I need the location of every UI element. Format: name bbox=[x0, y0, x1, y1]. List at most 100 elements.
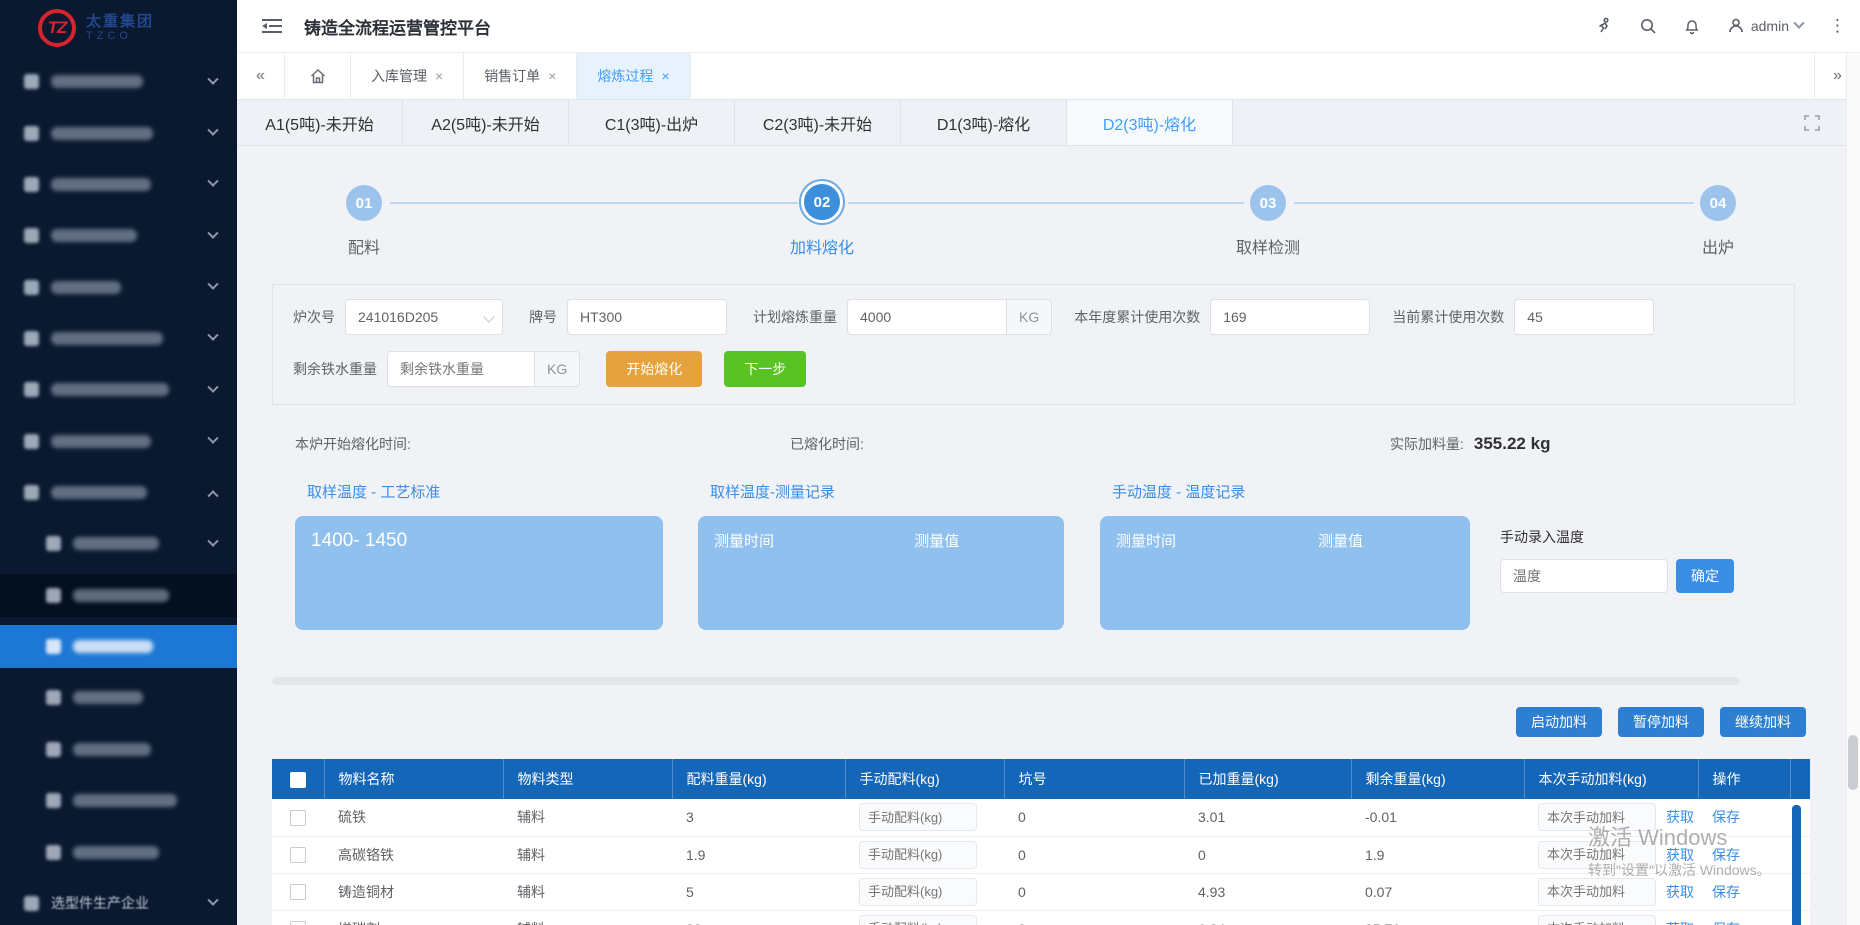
furnace-tab-2[interactable]: A2(5吨)-未开始 bbox=[403, 100, 569, 145]
pit-no: 0 bbox=[1004, 799, 1184, 836]
get-link[interactable]: 获取 bbox=[1666, 845, 1694, 865]
furnace-tab-3[interactable]: C1(3吨)-出炉 bbox=[569, 100, 735, 145]
row-checkbox[interactable] bbox=[290, 847, 306, 863]
row-checkbox[interactable] bbox=[290, 921, 306, 925]
get-link[interactable]: 获取 bbox=[1666, 807, 1694, 827]
manual-feed-input[interactable] bbox=[859, 915, 977, 925]
menu-item-label-redacted bbox=[51, 383, 169, 396]
manual-feed-input[interactable] bbox=[859, 841, 977, 869]
table-scrollbar[interactable] bbox=[1792, 805, 1801, 925]
furnace-tab-5[interactable]: D1(3吨)-熔化 bbox=[901, 100, 1067, 145]
year-uses-input[interactable] bbox=[1210, 299, 1370, 335]
get-link[interactable]: 获取 bbox=[1666, 919, 1694, 925]
furnace-tab-6-active[interactable]: D2(3吨)-熔化 bbox=[1067, 100, 1233, 145]
row-checkbox[interactable] bbox=[290, 810, 306, 826]
more-options-icon[interactable]: ⋮ bbox=[1829, 16, 1846, 36]
sidebar-item-4[interactable] bbox=[0, 214, 237, 257]
sidebar-item-11[interactable] bbox=[0, 574, 237, 617]
sidebar-item-6[interactable] bbox=[0, 317, 237, 360]
sidebar-item-13[interactable] bbox=[0, 676, 237, 719]
get-link[interactable]: 获取 bbox=[1666, 882, 1694, 902]
furnace-tab-1[interactable]: A1(5吨)-未开始 bbox=[237, 100, 403, 145]
plan-weight-unit: KG bbox=[1007, 299, 1052, 335]
manual-feed-input[interactable] bbox=[859, 803, 977, 831]
sidebar-item-9[interactable] bbox=[0, 471, 237, 514]
close-icon[interactable]: × bbox=[548, 68, 556, 84]
sidebar-item-10[interactable] bbox=[0, 522, 237, 565]
remain-iron-input[interactable] bbox=[387, 351, 535, 387]
pit-no: 0 bbox=[1004, 910, 1184, 925]
save-link[interactable]: 保存 bbox=[1712, 809, 1740, 825]
home-tab[interactable] bbox=[285, 53, 351, 99]
guide-icon[interactable] bbox=[1595, 17, 1613, 35]
plan-weight-input[interactable] bbox=[847, 299, 1007, 335]
row-checkbox[interactable] bbox=[290, 884, 306, 900]
sidebar-item-8[interactable] bbox=[0, 420, 237, 463]
menu-icon bbox=[24, 177, 39, 192]
page-scrollbar-thumb[interactable] bbox=[1848, 735, 1858, 790]
tab-sales-orders[interactable]: 销售订单× bbox=[464, 53, 577, 99]
sidebar-item-1[interactable] bbox=[0, 60, 237, 103]
sidebar-item-3[interactable] bbox=[0, 163, 237, 206]
manual-add-input[interactable] bbox=[1538, 803, 1656, 831]
actual-feed-value: 355.22 kg bbox=[1474, 434, 1551, 454]
sidebar-item-7[interactable] bbox=[0, 368, 237, 411]
save-link[interactable]: 保存 bbox=[1712, 884, 1740, 900]
manual-feed-input[interactable] bbox=[859, 878, 977, 906]
sidebar-collapse-icon[interactable] bbox=[262, 18, 282, 34]
next-step-button[interactable]: 下一步 bbox=[724, 351, 806, 387]
plan-weight: 1.9 bbox=[672, 836, 845, 873]
manual-add-input[interactable] bbox=[1538, 878, 1656, 906]
step-4-circle: 04 bbox=[1700, 185, 1736, 221]
save-link[interactable]: 保存 bbox=[1712, 921, 1740, 925]
resume-feeding-button[interactable]: 继续加料 bbox=[1720, 707, 1806, 737]
pause-feeding-button[interactable]: 暂停加料 bbox=[1618, 707, 1704, 737]
sidebar-item-12-active[interactable] bbox=[0, 625, 237, 668]
materials-table: 物料名称 物料类型 配料重量(kg) 手动配料(kg) 坑号 已加重量(kg) … bbox=[272, 759, 1810, 925]
furnace-no-select[interactable] bbox=[345, 299, 503, 335]
tab-inbound-management[interactable]: 入库管理× bbox=[351, 53, 464, 99]
manual-temp-input[interactable] bbox=[1500, 559, 1668, 593]
notification-bell-icon[interactable] bbox=[1683, 17, 1701, 35]
furnace-tab-4[interactable]: C2(3吨)-未开始 bbox=[735, 100, 901, 145]
current-uses-input[interactable] bbox=[1514, 299, 1654, 335]
fullscreen-icon[interactable] bbox=[1804, 115, 1820, 131]
card-title: 取样温度 - 工艺标准 bbox=[295, 481, 663, 502]
manual-add-input[interactable] bbox=[1538, 915, 1656, 925]
sidebar-item-15[interactable] bbox=[0, 779, 237, 822]
save-link[interactable]: 保存 bbox=[1712, 847, 1740, 863]
start-melting-button[interactable]: 开始熔化 bbox=[606, 351, 702, 387]
manual-add-input[interactable] bbox=[1538, 841, 1656, 869]
tab-melting-process[interactable]: 熔炼过程× bbox=[577, 53, 690, 99]
material-name: 硫铁 bbox=[324, 799, 503, 836]
user-menu[interactable]: admin bbox=[1727, 17, 1803, 35]
close-icon[interactable]: × bbox=[661, 68, 669, 84]
start-feeding-button[interactable]: 启动加料 bbox=[1516, 707, 1602, 737]
measure-time-header: 测量时间 bbox=[1116, 530, 1176, 551]
grade-input[interactable] bbox=[567, 299, 727, 335]
step-4-label: 出炉 bbox=[1702, 234, 1734, 258]
search-icon[interactable] bbox=[1639, 17, 1657, 35]
close-icon[interactable]: × bbox=[435, 68, 443, 84]
confirm-button[interactable]: 确定 bbox=[1676, 559, 1734, 593]
sidebar-item-16[interactable] bbox=[0, 830, 237, 873]
feed-actions: 启动加料 暂停加料 继续加料 bbox=[237, 707, 1806, 737]
remaining-weight: 25.76 bbox=[1351, 910, 1524, 925]
menu-item-label-redacted bbox=[73, 691, 143, 704]
chevron-down-icon bbox=[207, 433, 218, 444]
sidebar-item-2[interactable] bbox=[0, 111, 237, 154]
nav-tabbar: « 入库管理× 销售订单× 熔炼过程× » bbox=[237, 53, 1860, 100]
material-type: 辅料 bbox=[503, 873, 672, 910]
sidebar-item-14[interactable] bbox=[0, 728, 237, 771]
material-name: 铸造铜材 bbox=[324, 873, 503, 910]
menu-item-label-redacted bbox=[51, 435, 151, 448]
pit-no: 0 bbox=[1004, 873, 1184, 910]
tabs-scroll-left-button[interactable]: « bbox=[237, 53, 285, 99]
menu-item-label-redacted bbox=[51, 178, 151, 191]
sidebar-item-bottom[interactable]: 选型件生产企业 bbox=[0, 882, 237, 925]
select-all-checkbox[interactable] bbox=[290, 772, 306, 788]
col-actions: 操作 bbox=[1698, 759, 1790, 799]
measure-time-header: 测量时间 bbox=[714, 530, 774, 551]
page-title: 铸造全流程运营管控平台 bbox=[304, 14, 491, 39]
sidebar-item-5[interactable] bbox=[0, 265, 237, 308]
